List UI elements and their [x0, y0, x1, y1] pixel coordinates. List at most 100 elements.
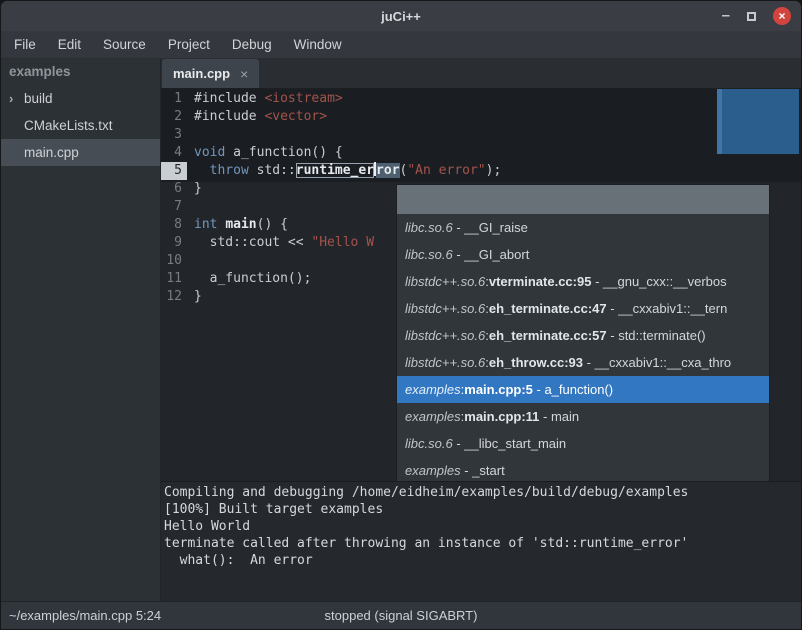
close-button[interactable]: × [773, 7, 791, 25]
line-number-6: 6 [161, 180, 187, 198]
tree-item-label: build [24, 91, 53, 106]
line-number-3: 3 [161, 126, 187, 144]
frame-function: __cxxabiv1::__cxa_thro [595, 355, 732, 370]
frame-function: main [551, 409, 579, 424]
code-line-1: 1 #include <iostream> [161, 90, 801, 108]
maximize-icon [747, 12, 756, 21]
window-title: juCi++ [1, 9, 801, 24]
frame-function: std::terminate() [618, 328, 705, 343]
tab-close-icon[interactable]: × [240, 66, 248, 82]
menu-item-source[interactable]: Source [92, 31, 157, 58]
line-number-7: 7 [161, 198, 187, 216]
frame-location: main.cpp:5 [464, 382, 533, 397]
tree-item-main-cpp[interactable]: main.cpp [1, 139, 160, 166]
code-line-2: 2 #include <vector> [161, 108, 801, 126]
window-controls: – × [722, 7, 801, 25]
menu-item-file[interactable]: File [3, 31, 47, 58]
terminal-line: Compiling and debugging /home/eidheim/ex… [164, 484, 801, 501]
frame-location: vterminate.cc:95 [489, 274, 592, 289]
chevron-right-icon: › [9, 91, 24, 106]
line-number-2: 2 [161, 108, 187, 126]
menu-item-debug[interactable]: Debug [221, 31, 283, 58]
tree-item-label: CMakeLists.txt [24, 118, 113, 133]
backtrace-list: libc.so.6 - __GI_raiselibc.so.6 - __GI_a… [397, 214, 769, 481]
backtrace-row[interactable]: libc.so.6 - __GI_raise [397, 214, 769, 241]
code-editor[interactable]: 1 #include <iostream> 2 #include <vector> 34… [161, 89, 801, 481]
code-text: } [194, 288, 202, 306]
line-number-11: 11 [161, 270, 187, 288]
tree-item-build[interactable]: ›build [1, 85, 160, 112]
terminal-line: what(): An error [164, 552, 801, 569]
minimize-icon: – [722, 12, 730, 20]
frame-module: libc.so.6 [405, 436, 453, 451]
file-tree: ›build CMakeLists.txt main.cpp [1, 85, 160, 166]
frame-module: examples [405, 382, 461, 397]
frame-module: examples [405, 463, 461, 478]
backtrace-row[interactable]: examples:main.cpp:5 - a_function() [397, 376, 769, 403]
output-terminal[interactable]: Compiling and debugging /home/eidheim/ex… [161, 481, 801, 601]
backtrace-popup-header [397, 185, 769, 214]
frame-function: __GI_raise [464, 220, 528, 235]
line-number-4: 4 [161, 144, 187, 162]
frame-function: __cxxabiv1::__tern [618, 301, 727, 316]
code-text: } [194, 180, 202, 198]
code-text: throw std::runtime_error("An error"); [194, 162, 501, 180]
close-icon: × [778, 9, 785, 23]
line-number-12: 12 [161, 288, 187, 306]
minimize-button[interactable]: – [722, 7, 730, 25]
tree-item-label: main.cpp [24, 145, 79, 160]
frame-function: __libc_start_main [464, 436, 566, 451]
tab-label: main.cpp [173, 66, 230, 81]
line-number-5: 5 [161, 162, 187, 180]
frame-module: libstdc++.so.6 [405, 355, 485, 370]
backtrace-row[interactable]: libstdc++.so.6:eh_terminate.cc:57 - std:… [397, 322, 769, 349]
code-line-4: 4 void a_function() { [161, 144, 801, 162]
code-text: #include <iostream> [194, 90, 343, 108]
frame-function: a_function() [544, 382, 613, 397]
titlebar: juCi++ – × [1, 1, 801, 31]
frame-module: libstdc++.so.6 [405, 274, 485, 289]
project-name: examples [1, 59, 160, 85]
line-number-1: 1 [161, 90, 187, 108]
menubar: FileEditSourceProjectDebugWindow [1, 31, 801, 59]
code-text: int main() { [194, 216, 288, 234]
menu-item-edit[interactable]: Edit [47, 31, 92, 58]
backtrace-row[interactable]: examples:main.cpp:11 - main [397, 403, 769, 430]
code-text: #include <vector> [194, 108, 327, 126]
code-line-5: 5 throw std::runtime_error("An error"); [161, 162, 801, 180]
frame-module: libc.so.6 [405, 247, 453, 262]
frame-location: eh_terminate.cc:57 [489, 328, 607, 343]
menu-item-window[interactable]: Window [283, 31, 353, 58]
frame-location: eh_throw.cc:93 [489, 355, 583, 370]
backtrace-row[interactable]: libstdc++.so.6:eh_throw.cc:93 - __cxxabi… [397, 349, 769, 376]
code-text: a_function(); [194, 270, 311, 288]
frame-function: _start [472, 463, 505, 478]
code-text: std::cout << "Hello W [194, 234, 374, 252]
line-number-9: 9 [161, 234, 187, 252]
backtrace-row[interactable]: libc.so.6 - __GI_abort [397, 241, 769, 268]
app-window: juCi++ – × FileEditSourceProjectDebugWin… [0, 0, 802, 630]
frame-module: libstdc++.so.6 [405, 301, 485, 316]
tab-bar: main.cpp × [161, 59, 801, 89]
maximize-button[interactable] [747, 7, 756, 25]
frame-module: examples [405, 409, 461, 424]
frame-location: eh_terminate.cc:47 [489, 301, 607, 316]
main-area: examples ›build CMakeLists.txt main.cpp ma… [1, 59, 801, 601]
terminal-line: terminate called after throwing an insta… [164, 535, 801, 552]
line-number-10: 10 [161, 252, 187, 270]
file-tree-panel: examples ›build CMakeLists.txt main.cpp [1, 59, 161, 601]
menu-item-project[interactable]: Project [157, 31, 221, 58]
frame-function: __GI_abort [464, 247, 529, 262]
terminal-line: [100%] Built target examples [164, 501, 801, 518]
backtrace-row[interactable]: examples - _start [397, 457, 769, 481]
frame-location: main.cpp:11 [464, 409, 539, 424]
backtrace-row[interactable]: libstdc++.so.6:eh_terminate.cc:47 - __cx… [397, 295, 769, 322]
frame-module: libc.so.6 [405, 220, 453, 235]
frame-function: __gnu_cxx::__verbos [603, 274, 727, 289]
tab-main-cpp[interactable]: main.cpp × [162, 59, 259, 88]
backtrace-row[interactable]: libstdc++.so.6:vterminate.cc:95 - __gnu_… [397, 268, 769, 295]
backtrace-row[interactable]: libc.so.6 - __libc_start_main [397, 430, 769, 457]
code-text: void a_function() { [194, 144, 343, 162]
status-bar: ~/examples/main.cpp 5:24 stopped (signal… [1, 601, 801, 629]
tree-item-cmakelists-txt[interactable]: CMakeLists.txt [1, 112, 160, 139]
